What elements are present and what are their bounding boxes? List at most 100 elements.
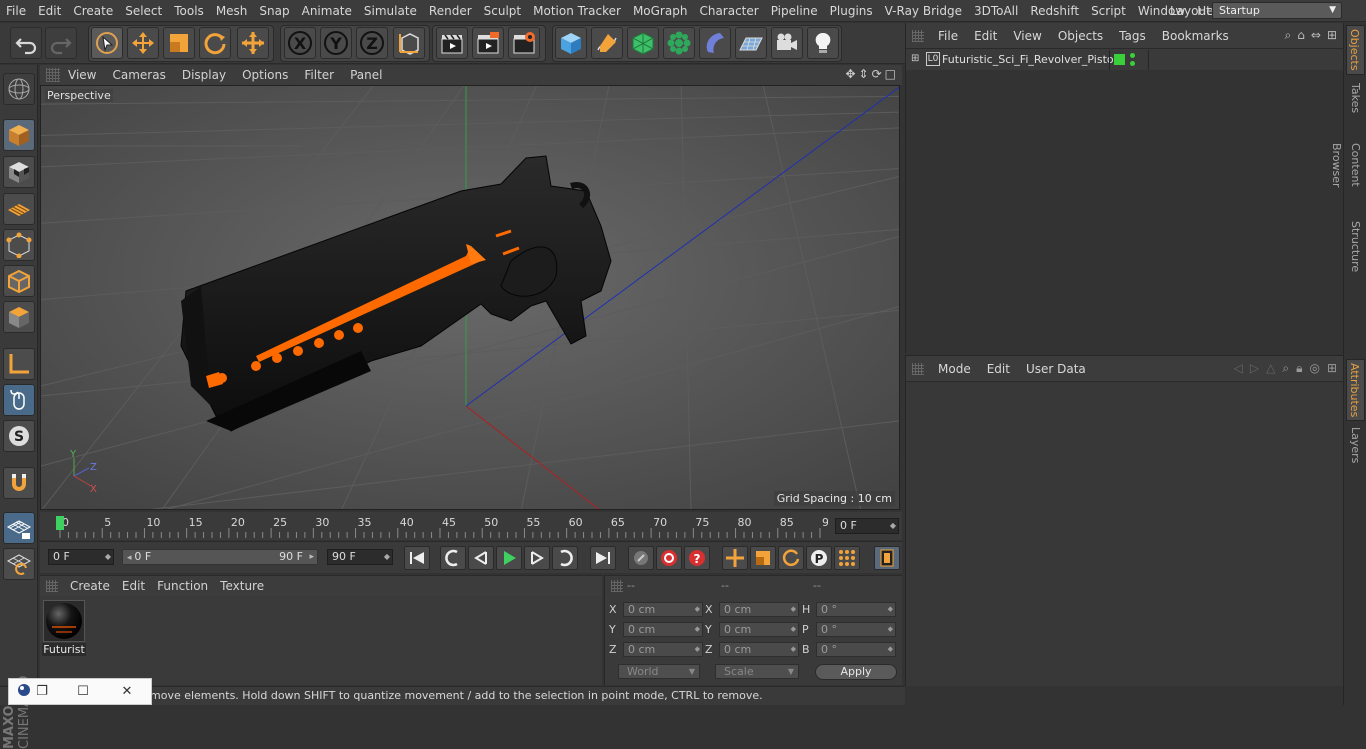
material-menu-texture[interactable]: Texture bbox=[214, 579, 270, 593]
motion-record-button[interactable] bbox=[628, 546, 654, 570]
home-icon[interactable]: ⌂ bbox=[1297, 28, 1305, 43]
attributes-menu-mode[interactable]: Mode bbox=[930, 362, 979, 376]
go-to-end-button[interactable] bbox=[590, 546, 616, 570]
floor-button[interactable] bbox=[735, 27, 767, 59]
live-selection-button[interactable] bbox=[91, 27, 123, 59]
y-axis-lock-button[interactable]: Y bbox=[320, 27, 352, 59]
lock-icon[interactable]: 🔒︎ bbox=[1296, 361, 1302, 376]
dolly-icon[interactable]: ⇕ bbox=[859, 67, 869, 81]
maximize-icon[interactable]: ☐ bbox=[61, 684, 105, 699]
menu-sculpt[interactable]: Sculpt bbox=[478, 0, 527, 22]
viewport-menu-panel[interactable]: Panel bbox=[342, 68, 390, 82]
tab-content-browser[interactable]: Content Browser bbox=[1330, 121, 1365, 209]
editor-visibility-dot[interactable] bbox=[1130, 53, 1135, 58]
menu-render[interactable]: Render bbox=[423, 0, 478, 22]
make-editable-button[interactable] bbox=[3, 73, 35, 105]
workplane-mode-button[interactable] bbox=[3, 193, 35, 225]
menu-create[interactable]: Create bbox=[67, 0, 119, 22]
snap-button[interactable]: S bbox=[3, 420, 35, 452]
enable-axis-button[interactable] bbox=[3, 348, 35, 380]
objects-menu-edit[interactable]: Edit bbox=[966, 29, 1005, 43]
layout-dropdown[interactable]: Startup ▼ bbox=[1212, 2, 1342, 19]
link-icon[interactable]: ⇔ bbox=[1311, 28, 1321, 43]
menu-plugins[interactable]: Plugins bbox=[824, 0, 879, 22]
tab-takes[interactable]: Takes bbox=[1346, 79, 1365, 117]
objects-menu-file[interactable]: File bbox=[930, 29, 966, 43]
size-value-field[interactable]: 0 cm ◆ bbox=[719, 602, 799, 617]
previous-frame-button[interactable] bbox=[468, 546, 494, 570]
target-icon[interactable]: ◎ bbox=[1309, 361, 1319, 376]
key-parameter-button[interactable]: P bbox=[806, 546, 832, 570]
points-mode-button[interactable] bbox=[3, 229, 35, 261]
menu-redshift[interactable]: Redshift bbox=[1024, 0, 1085, 22]
size-value-field[interactable]: 0 cm ◆ bbox=[719, 622, 799, 637]
expand-icon[interactable]: ⊞ bbox=[911, 53, 919, 64]
z-axis-lock-button[interactable]: Z bbox=[356, 27, 388, 59]
tab-objects[interactable]: Objects bbox=[1346, 25, 1365, 75]
key-rotation-button[interactable] bbox=[778, 546, 804, 570]
previous-key-button[interactable] bbox=[440, 546, 466, 570]
objects-menu-view[interactable]: View bbox=[1005, 29, 1049, 43]
viewport-menu-cameras[interactable]: Cameras bbox=[104, 68, 173, 82]
size-mode-dropdown[interactable]: Scale ▼ bbox=[715, 664, 799, 679]
viewport-menu-filter[interactable]: Filter bbox=[296, 68, 342, 82]
key-scale-button[interactable] bbox=[750, 546, 776, 570]
deformer-button[interactable] bbox=[699, 27, 731, 59]
size-value-field[interactable]: 0 cm ◆ bbox=[719, 642, 799, 657]
tab-structure[interactable]: Structure bbox=[1346, 219, 1365, 275]
search-icon[interactable]: ⌕ bbox=[1282, 361, 1289, 376]
object-list[interactable] bbox=[906, 70, 1344, 353]
go-to-start-button[interactable] bbox=[404, 546, 430, 570]
tweak-mode-button[interactable] bbox=[3, 384, 35, 416]
next-frame-button[interactable] bbox=[524, 546, 550, 570]
perspective-viewport[interactable]: Y Z X Perspective Grid Spacing : 10 cm bbox=[40, 85, 900, 510]
menu-simulate[interactable]: Simulate bbox=[358, 0, 423, 22]
menu-3dtoall[interactable]: 3DToAll bbox=[968, 0, 1024, 22]
rotation-value-field[interactable]: 0 ° ◆ bbox=[816, 622, 896, 637]
object-name[interactable]: Futuristic_Sci_Fi_Revolver_Pistol bbox=[942, 53, 1117, 66]
render-settings-button[interactable] bbox=[508, 27, 540, 59]
menu-file[interactable]: File bbox=[0, 0, 32, 22]
key-pla-button[interactable] bbox=[834, 546, 860, 570]
viewport-menu-options[interactable]: Options bbox=[234, 68, 296, 82]
position-value-field[interactable]: 0 cm ◆ bbox=[623, 642, 703, 657]
menu-select[interactable]: Select bbox=[119, 0, 168, 22]
pen-spline-button[interactable] bbox=[591, 27, 623, 59]
menu-v-ray-bridge[interactable]: V-Ray Bridge bbox=[879, 0, 968, 22]
frame-range-slider[interactable]: ◂ 0 F 90 F ▸ bbox=[122, 549, 318, 565]
polygons-mode-button[interactable] bbox=[3, 301, 35, 333]
maximize-icon[interactable]: □ bbox=[885, 67, 896, 81]
viewport-menu-view[interactable]: View bbox=[60, 68, 104, 82]
model-mode-button[interactable] bbox=[3, 119, 35, 151]
transform-tool-button[interactable] bbox=[237, 27, 269, 59]
menu-animate[interactable]: Animate bbox=[296, 0, 358, 22]
undo-button[interactable] bbox=[10, 27, 42, 59]
timeline-window-button[interactable] bbox=[874, 546, 900, 570]
x-axis-lock-button[interactable]: X bbox=[284, 27, 316, 59]
locked-workplane-button[interactable] bbox=[3, 548, 35, 580]
apply-button[interactable]: Apply bbox=[815, 664, 897, 680]
visibility-toggle-icon[interactable] bbox=[1114, 54, 1125, 65]
objects-menu-objects[interactable]: Objects bbox=[1050, 29, 1111, 43]
restore-icon[interactable]: ❐ bbox=[33, 684, 51, 699]
material-menu-function[interactable]: Function bbox=[151, 579, 214, 593]
record-active-objects-button[interactable] bbox=[656, 546, 682, 570]
camera-button[interactable] bbox=[771, 27, 803, 59]
objects-menu-tags[interactable]: Tags bbox=[1111, 29, 1154, 43]
render-view-button[interactable] bbox=[436, 27, 468, 59]
light-button[interactable] bbox=[807, 27, 839, 59]
menu-edit[interactable]: Edit bbox=[32, 0, 67, 22]
attributes-menu-user-data[interactable]: User Data bbox=[1018, 362, 1094, 376]
play-button[interactable] bbox=[496, 546, 522, 570]
scale-tool-button[interactable] bbox=[163, 27, 195, 59]
timeline-ruler[interactable]: 051015202530354045505560657075808590 bbox=[40, 512, 902, 540]
position-value-field[interactable]: 0 cm ◆ bbox=[623, 622, 703, 637]
start-frame-field[interactable]: 0 F ◆ bbox=[48, 549, 114, 565]
subdivision-surface-button[interactable] bbox=[627, 27, 659, 59]
rotation-value-field[interactable]: 0 ° ◆ bbox=[816, 602, 896, 617]
menu-snap[interactable]: Snap bbox=[253, 0, 295, 22]
workplane-lock-button[interactable] bbox=[3, 512, 35, 544]
menu-mesh[interactable]: Mesh bbox=[210, 0, 254, 22]
menu-script[interactable]: Script bbox=[1085, 0, 1132, 22]
cloner-button[interactable] bbox=[663, 27, 695, 59]
